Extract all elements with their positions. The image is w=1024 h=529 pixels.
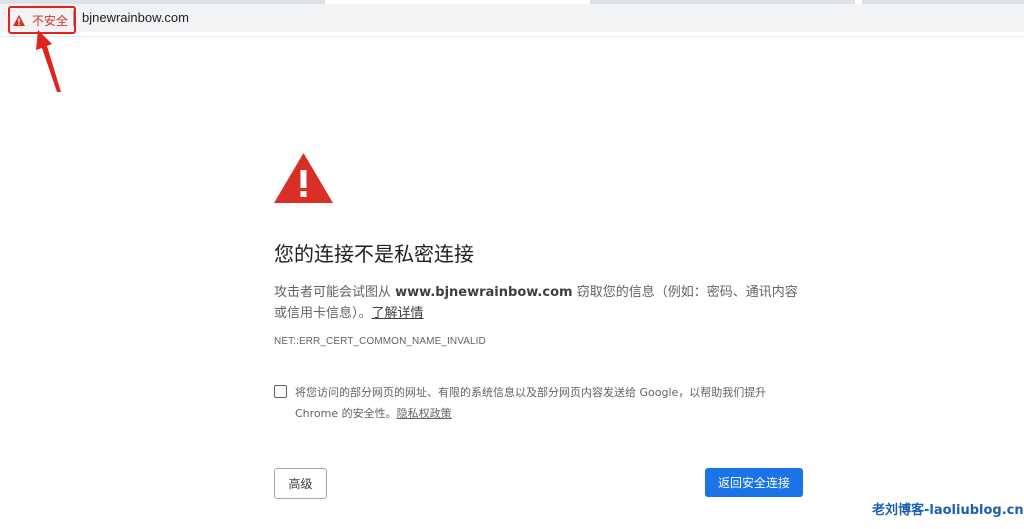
back-to-safety-button[interactable]: 返回安全连接 <box>705 468 803 497</box>
safe-browsing-optin: 将您访问的部分网页的网址、有限的系统信息以及部分网页内容发送给 Google，以… <box>295 382 805 424</box>
advanced-button[interactable]: 高级 <box>274 468 327 499</box>
warning-triangle-icon <box>274 153 333 203</box>
learn-more-link[interactable]: 了解详情 <box>372 306 424 321</box>
optin-text: 将您访问的部分网页的网址、有限的系统信息以及部分网页内容发送给 Google，以… <box>295 386 767 420</box>
warning-description: 攻击者可能会试图从 www.bjnewrainbow.com 窃取您的信息（例如… <box>274 282 804 324</box>
address-separator <box>73 10 74 26</box>
desc-domain: www.bjnewrainbow.com <box>395 285 573 300</box>
red-arrow-annotation-icon <box>36 30 61 92</box>
error-code: NET::ERR_CERT_COMMON_NAME_INVALID <box>274 336 486 347</box>
browser-toolbar: 不安全 bjnewrainbow.com <box>0 0 1024 37</box>
url-text[interactable]: bjnewrainbow.com <box>82 10 189 25</box>
safe-browsing-checkbox[interactable] <box>274 385 287 398</box>
watermark: 老刘博客-laoliublog.cn <box>872 503 1024 518</box>
desc-prefix: 攻击者可能会试图从 <box>274 285 396 300</box>
privacy-policy-link[interactable]: 隐私权政策 <box>397 407 452 420</box>
warning-triangle-icon <box>13 14 25 26</box>
page-title: 您的连接不是私密连接 <box>274 242 474 266</box>
security-label: 不安全 <box>32 13 69 28</box>
